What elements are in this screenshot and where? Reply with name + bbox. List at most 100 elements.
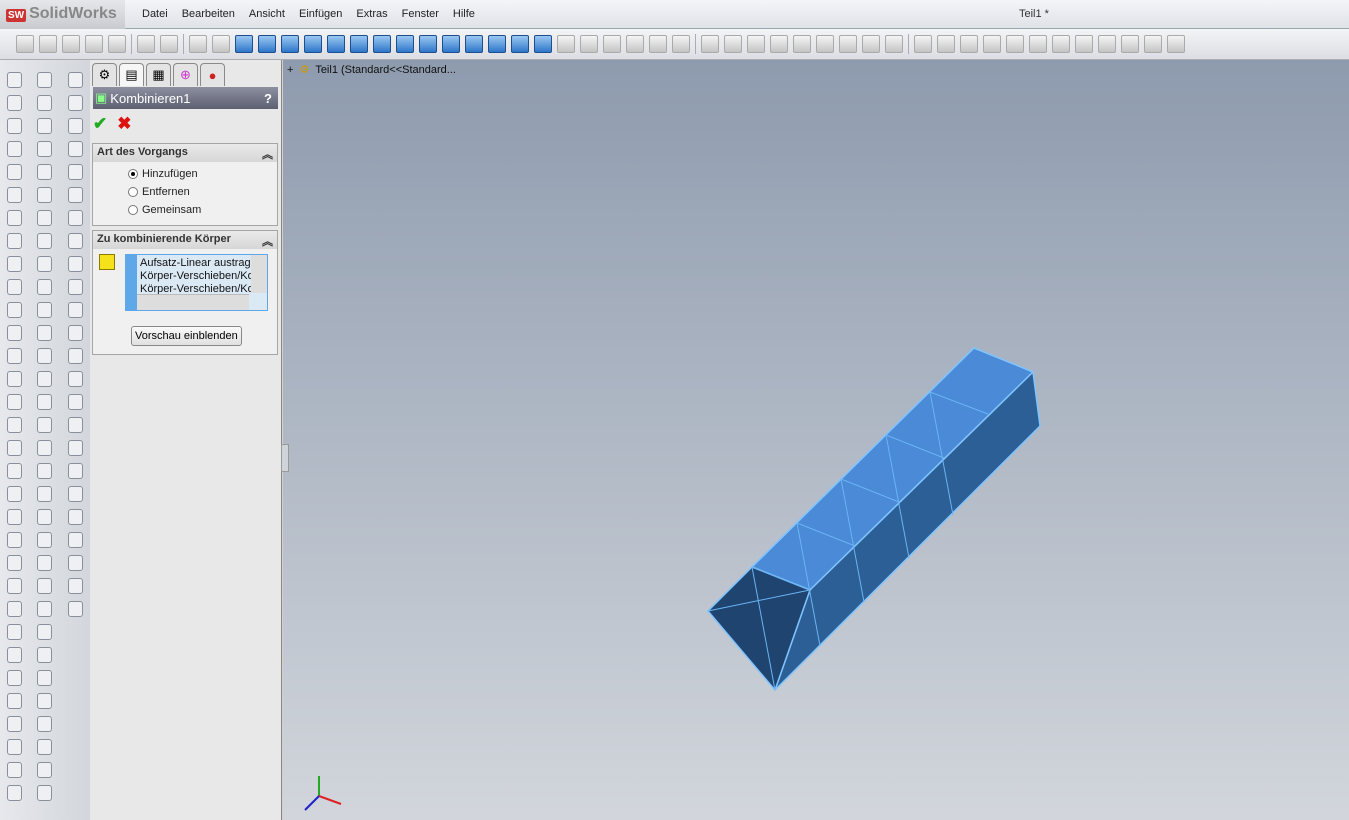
menu-bearbeiten[interactable]: Bearbeiten bbox=[175, 8, 242, 20]
command-button-icon[interactable] bbox=[68, 417, 83, 433]
command-button-icon[interactable] bbox=[37, 578, 52, 594]
command-button-icon[interactable] bbox=[37, 739, 52, 755]
toolbar-button-icon[interactable] bbox=[350, 35, 368, 53]
toolbar-button-icon[interactable] bbox=[534, 35, 552, 53]
command-button-icon[interactable] bbox=[68, 325, 83, 341]
command-button-icon[interactable] bbox=[37, 279, 52, 295]
toolbar-button-icon[interactable] bbox=[373, 35, 391, 53]
command-button-icon[interactable] bbox=[7, 624, 22, 640]
command-button-icon[interactable] bbox=[37, 256, 52, 272]
command-button-icon[interactable] bbox=[7, 348, 22, 364]
command-button-icon[interactable] bbox=[37, 693, 52, 709]
toolbar-button-icon[interactable] bbox=[793, 35, 811, 53]
command-button-icon[interactable] bbox=[7, 670, 22, 686]
toolbar-button-icon[interactable] bbox=[39, 35, 57, 53]
command-button-icon[interactable] bbox=[7, 118, 22, 134]
toolbar-button-icon[interactable] bbox=[281, 35, 299, 53]
command-button-icon[interactable] bbox=[68, 394, 83, 410]
toolbar-button-icon[interactable] bbox=[442, 35, 460, 53]
toolbar-button-icon[interactable] bbox=[396, 35, 414, 53]
command-button-icon[interactable] bbox=[7, 739, 22, 755]
toolbar-button-icon[interactable] bbox=[816, 35, 834, 53]
menu-einfuegen[interactable]: Einfügen bbox=[292, 8, 349, 20]
command-button-icon[interactable] bbox=[37, 187, 52, 203]
command-button-icon[interactable] bbox=[37, 486, 52, 502]
command-button-icon[interactable] bbox=[7, 762, 22, 778]
vertical-scrollbar[interactable] bbox=[251, 255, 267, 293]
command-button-icon[interactable] bbox=[37, 210, 52, 226]
toolbar-button-icon[interactable] bbox=[747, 35, 765, 53]
menu-extras[interactable]: Extras bbox=[349, 8, 394, 20]
command-button-icon[interactable] bbox=[7, 716, 22, 732]
toolbar-button-icon[interactable] bbox=[137, 35, 155, 53]
command-button-icon[interactable] bbox=[7, 532, 22, 548]
help-button[interactable]: ? bbox=[264, 91, 272, 106]
command-button-icon[interactable] bbox=[37, 233, 52, 249]
command-button-icon[interactable] bbox=[7, 601, 22, 617]
menu-hilfe[interactable]: Hilfe bbox=[446, 8, 482, 20]
command-button-icon[interactable] bbox=[7, 440, 22, 456]
toolbar-button-icon[interactable] bbox=[16, 35, 34, 53]
command-button-icon[interactable] bbox=[7, 394, 22, 410]
command-button-icon[interactable] bbox=[7, 785, 22, 801]
toolbar-button-icon[interactable] bbox=[419, 35, 437, 53]
toolbar-button-icon[interactable] bbox=[85, 35, 103, 53]
command-button-icon[interactable] bbox=[37, 348, 52, 364]
toolbar-button-icon[interactable] bbox=[672, 35, 690, 53]
dimxpert-tab-icon[interactable]: ⊕ bbox=[173, 63, 198, 86]
command-button-icon[interactable] bbox=[7, 371, 22, 387]
menu-ansicht[interactable]: Ansicht bbox=[242, 8, 292, 20]
feature-tree-tab-icon[interactable]: ⚙ bbox=[92, 63, 117, 86]
command-button-icon[interactable] bbox=[7, 279, 22, 295]
command-button-icon[interactable] bbox=[68, 118, 83, 134]
list-item[interactable]: Körper-Verschieben/Ko bbox=[140, 270, 267, 283]
radio-subtract[interactable]: Entfernen bbox=[93, 183, 277, 201]
toolbar-button-icon[interactable] bbox=[839, 35, 857, 53]
command-button-icon[interactable] bbox=[7, 210, 22, 226]
command-button-icon[interactable] bbox=[7, 486, 22, 502]
toolbar-button-icon[interactable] bbox=[189, 35, 207, 53]
command-button-icon[interactable] bbox=[68, 532, 83, 548]
command-button-icon[interactable] bbox=[7, 187, 22, 203]
collapse-icon[interactable]: ︽ bbox=[262, 233, 273, 248]
toolbar-button-icon[interactable] bbox=[1121, 35, 1139, 53]
toolbar-button-icon[interactable] bbox=[937, 35, 955, 53]
command-button-icon[interactable] bbox=[68, 72, 83, 88]
command-button-icon[interactable] bbox=[37, 118, 52, 134]
command-button-icon[interactable] bbox=[37, 785, 52, 801]
command-button-icon[interactable] bbox=[37, 164, 52, 180]
command-button-icon[interactable] bbox=[68, 463, 83, 479]
command-button-icon[interactable] bbox=[37, 371, 52, 387]
app-logo[interactable]: SW SolidWorks bbox=[0, 0, 125, 29]
command-button-icon[interactable] bbox=[68, 302, 83, 318]
horizontal-scrollbar[interactable] bbox=[137, 294, 249, 310]
command-button-icon[interactable] bbox=[68, 371, 83, 387]
toolbar-button-icon[interactable] bbox=[304, 35, 322, 53]
toolbar-button-icon[interactable] bbox=[914, 35, 932, 53]
command-button-icon[interactable] bbox=[7, 256, 22, 272]
toolbar-button-icon[interactable] bbox=[1052, 35, 1070, 53]
command-button-icon[interactable] bbox=[37, 302, 52, 318]
command-button-icon[interactable] bbox=[7, 417, 22, 433]
command-button-icon[interactable] bbox=[68, 578, 83, 594]
command-button-icon[interactable] bbox=[68, 555, 83, 571]
list-item[interactable]: Aufsatz-Linear austrag bbox=[140, 257, 267, 270]
toolbar-button-icon[interactable] bbox=[511, 35, 529, 53]
command-button-icon[interactable] bbox=[7, 141, 22, 157]
command-button-icon[interactable] bbox=[68, 210, 83, 226]
command-button-icon[interactable] bbox=[68, 233, 83, 249]
toolbar-button-icon[interactable] bbox=[960, 35, 978, 53]
command-button-icon[interactable] bbox=[37, 532, 52, 548]
command-button-icon[interactable] bbox=[68, 279, 83, 295]
toolbar-button-icon[interactable] bbox=[770, 35, 788, 53]
menu-datei[interactable]: Datei bbox=[135, 8, 175, 20]
toolbar-button-icon[interactable] bbox=[488, 35, 506, 53]
command-button-icon[interactable] bbox=[68, 164, 83, 180]
toolbar-button-icon[interactable] bbox=[724, 35, 742, 53]
command-button-icon[interactable] bbox=[37, 463, 52, 479]
command-button-icon[interactable] bbox=[37, 417, 52, 433]
command-button-icon[interactable] bbox=[37, 670, 52, 686]
toolbar-button-icon[interactable] bbox=[885, 35, 903, 53]
command-button-icon[interactable] bbox=[37, 509, 52, 525]
command-button-icon[interactable] bbox=[37, 141, 52, 157]
